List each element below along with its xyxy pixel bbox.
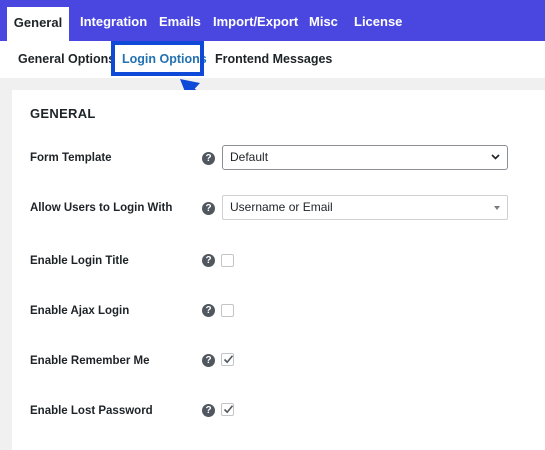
enable-remember-me-checkbox[interactable] [221,353,234,366]
chevron-down-icon [491,154,500,160]
enable-lost-password-label: Enable Lost Password [30,405,153,417]
tab-emails[interactable]: Emails [159,0,201,41]
enable-lost-password-checkbox[interactable] [221,403,234,416]
tab-integration[interactable]: Integration [80,0,147,41]
question-circle-icon[interactable]: ? [202,404,215,417]
enable-login-title-checkbox[interactable] [221,254,234,267]
enable-ajax-login-checkbox[interactable] [221,304,234,317]
top-tab-bar: General Integration Emails Import/Export… [0,0,545,41]
enable-ajax-login-label: Enable Ajax Login [30,305,130,317]
question-circle-icon[interactable]: ? [202,254,215,267]
subtab-general-options[interactable]: General Options [18,41,115,78]
checkmark-icon [223,405,234,414]
section-title: GENERAL [30,106,96,121]
allow-login-with-value: Username or Email [230,200,333,214]
enable-login-title-label: Enable Login Title [30,255,129,267]
checkmark-icon [223,355,234,364]
tab-general[interactable]: General [7,7,69,41]
settings-panel [12,90,545,450]
question-circle-icon[interactable]: ? [202,354,215,367]
allow-login-with-label: Allow Users to Login With [30,202,173,214]
tab-import-export[interactable]: Import/Export [213,0,298,41]
allow-login-with-select[interactable]: Username or Email [222,195,508,220]
question-circle-icon[interactable]: ? [202,202,215,215]
question-circle-icon[interactable]: ? [202,304,215,317]
question-circle-icon[interactable]: ? [202,152,215,165]
tab-license[interactable]: License [354,0,402,41]
form-template-label: Form Template [30,152,112,164]
highlight-box [111,41,204,76]
tab-misc[interactable]: Misc [309,0,338,41]
caret-down-icon [494,206,500,210]
form-template-select[interactable]: Default [222,145,508,170]
enable-remember-me-label: Enable Remember Me [30,355,150,367]
sub-tab-bar: General Options Login Options Frontend M… [0,41,545,78]
form-template-value: Default [230,150,269,164]
